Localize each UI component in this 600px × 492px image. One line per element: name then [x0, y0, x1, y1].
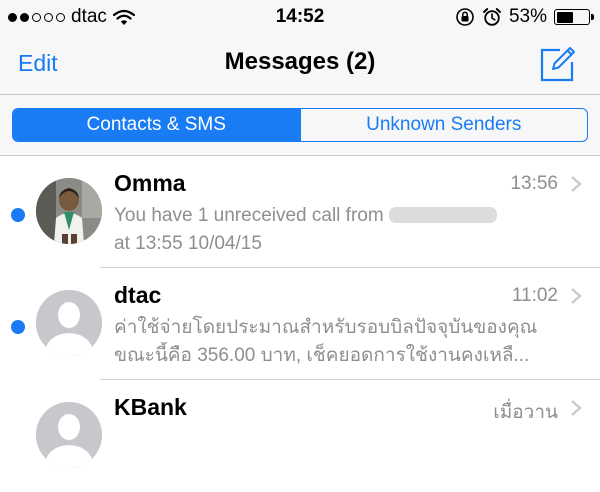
chevron-right-icon [571, 400, 582, 416]
chevron-right-icon [571, 288, 582, 304]
status-bar: dtac 14:52 53% [0, 0, 600, 36]
segment-unknown-senders[interactable]: Unknown Senders [299, 109, 588, 141]
message-time: 11:02 [511, 285, 558, 306]
conversation-list: Omma 13:56 You have 1 unreceived call fr… [0, 156, 600, 492]
contact-name: KBank [114, 394, 187, 420]
person-placeholder-icon [36, 290, 102, 356]
segmented-control-bar: Contacts & SMS Unknown Senders [0, 94, 600, 156]
alarm-icon [482, 8, 501, 26]
preview-line-1: ค่าใช้จ่ายโดยประมาณสำหรับรอบบิลปัจจุบันข… [114, 317, 538, 338]
unread-indicator [11, 208, 25, 222]
page-title: Messages (2) [224, 48, 376, 75]
chevron-right-icon [571, 176, 582, 192]
conversation-row-omma[interactable]: Omma 13:56 You have 1 unreceived call fr… [0, 156, 600, 268]
preview-line-2: ขณะนี้คือ 356.00 บาท, เช็คยอดการใช้งานคง… [114, 345, 530, 366]
contact-photo [36, 178, 102, 244]
segment-contacts-sms[interactable]: Contacts & SMS [13, 109, 300, 141]
unread-indicator [11, 320, 25, 334]
message-preview: You have 1 unreceived call from at 13:55… [114, 202, 574, 258]
contact-name: Omma [114, 170, 186, 196]
compose-icon[interactable] [538, 44, 578, 84]
battery-icon [554, 9, 594, 25]
message-time: 13:56 [510, 173, 558, 194]
message-preview: ค่าใช้จ่ายโดยประมาณสำหรับรอบบิลปัจจุบันข… [114, 314, 574, 370]
orientation-lock-icon [456, 8, 474, 26]
avatar [36, 178, 102, 244]
redacted-phone-number [388, 207, 497, 223]
conversation-row-dtac[interactable]: dtac 11:02 ค่าใช้จ่ายโดยประมาณสำหรับรอบบ… [0, 268, 600, 380]
person-placeholder-icon [36, 402, 102, 468]
contact-name: dtac [114, 282, 162, 308]
sender-filter-segmented-control: Contacts & SMS Unknown Senders [12, 108, 588, 142]
conversation-row-kbank[interactable]: KBank เมื่อวาน [0, 380, 600, 492]
status-right: 53% [455, 6, 594, 28]
message-time: เมื่อวาน [493, 402, 558, 423]
avatar [36, 402, 102, 468]
navigation-bar: Edit Messages (2) [0, 36, 600, 94]
preview-line-1: You have 1 unreceived call from [114, 205, 384, 226]
battery-percent: 53% [508, 6, 547, 27]
avatar [36, 290, 102, 356]
preview-line-2: at 13:55 10/04/15 [114, 233, 262, 254]
battery-level [556, 11, 573, 23]
